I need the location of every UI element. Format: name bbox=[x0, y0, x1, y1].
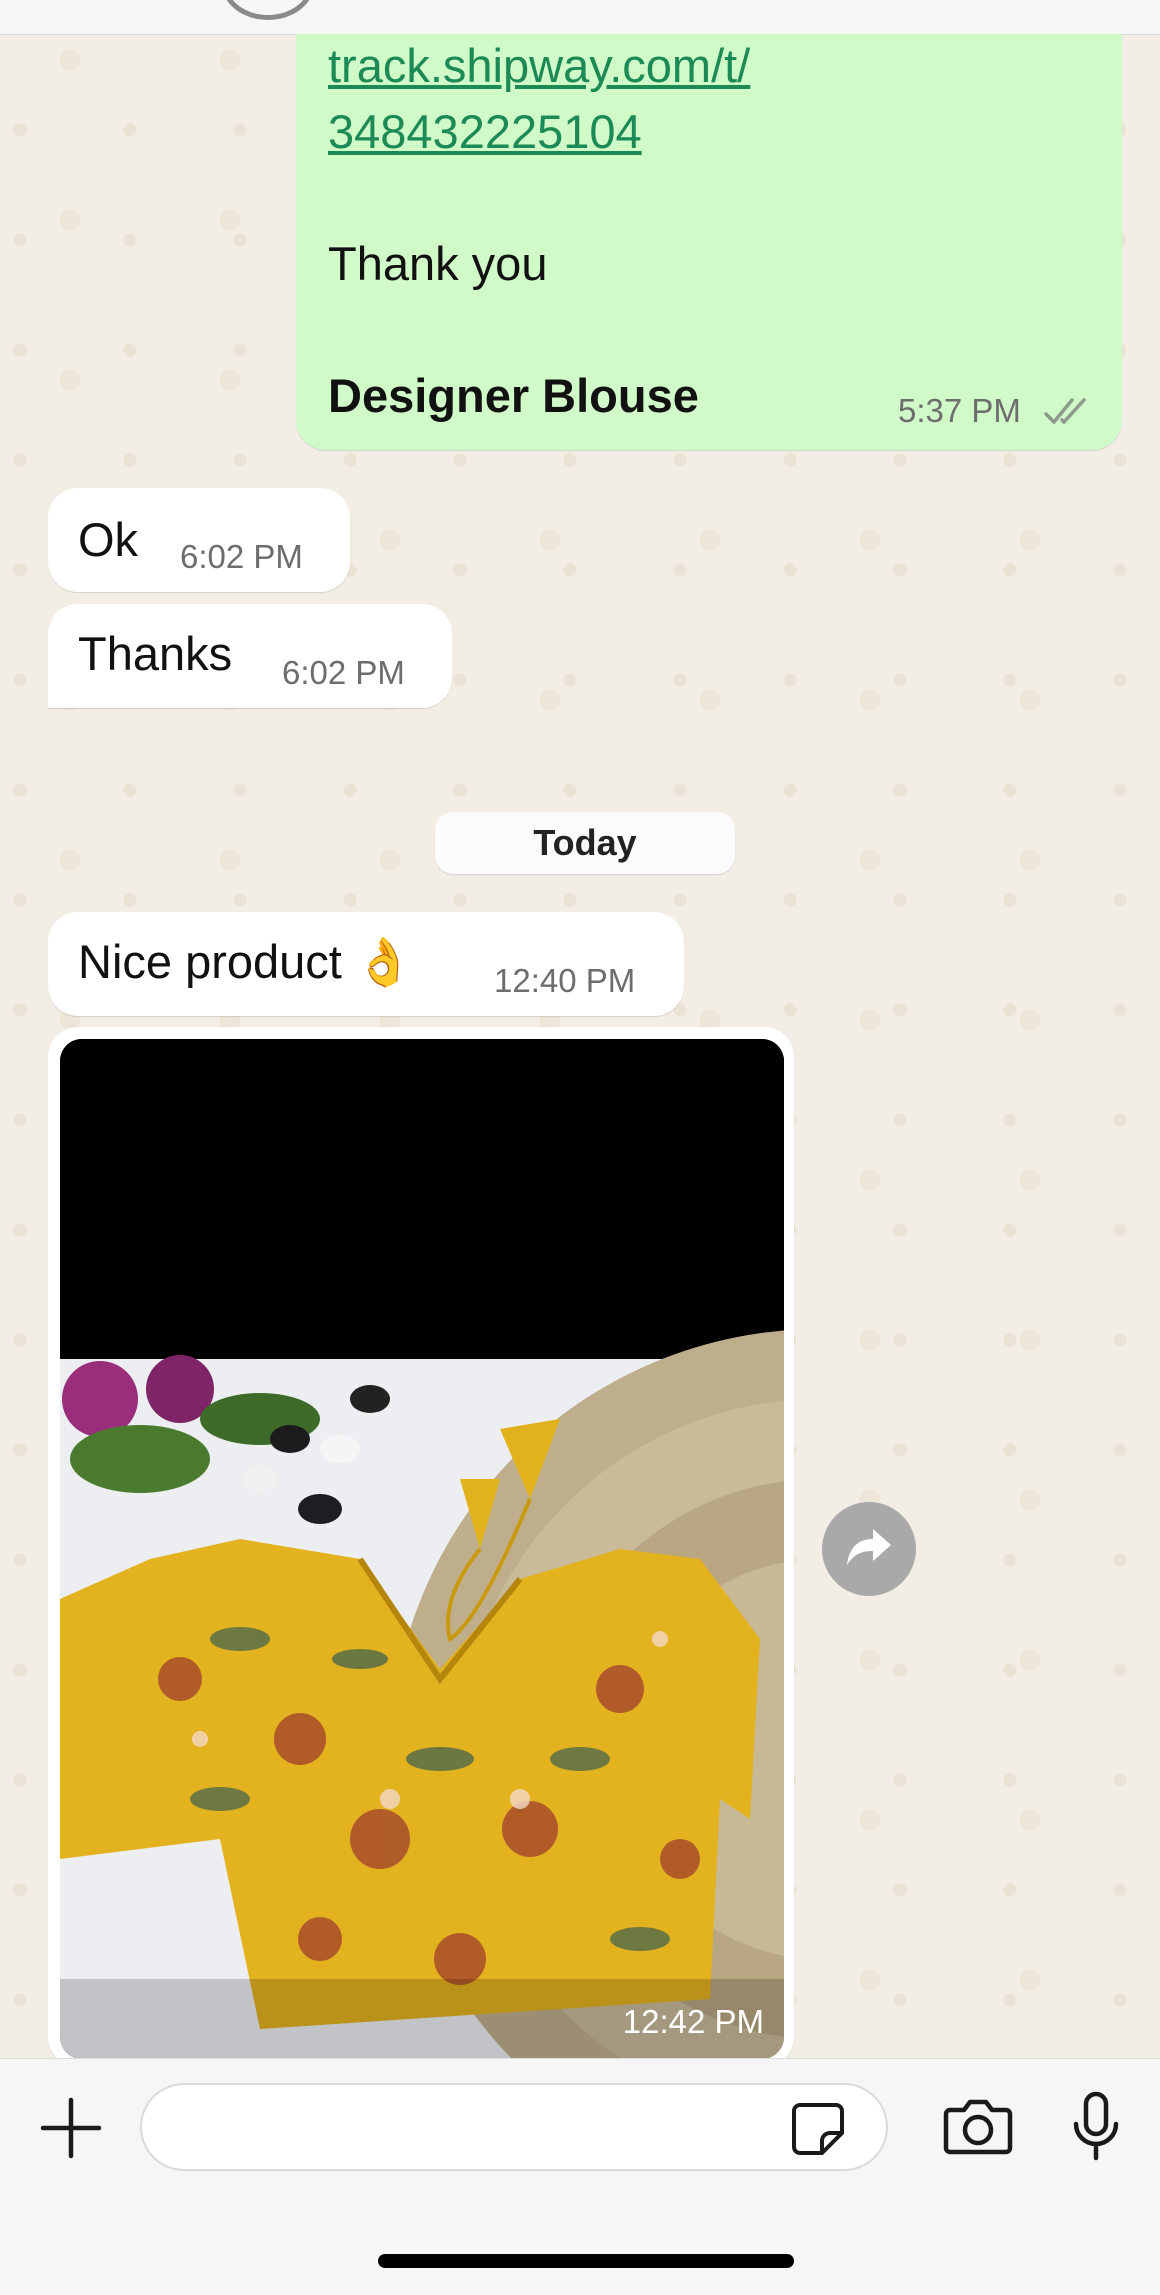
message-time: 12:40 PM bbox=[494, 962, 636, 999]
message-signature: Designer Blouse bbox=[328, 369, 699, 422]
tracking-link-number[interactable]: 348432225104 bbox=[328, 104, 642, 159]
message-time: 5:37 PM bbox=[898, 392, 1021, 429]
chat-background: track.shipway.com/t/ 348432225104 Thank … bbox=[0, 0, 1160, 2058]
camera-icon[interactable] bbox=[940, 2091, 1016, 2161]
message-time: 6:02 PM bbox=[180, 538, 303, 575]
message-text: Ok bbox=[78, 513, 139, 566]
plus-icon[interactable] bbox=[36, 2093, 106, 2163]
message-text: Nice product 👌 bbox=[78, 935, 414, 988]
image-message[interactable]: 12:42 PM bbox=[48, 1027, 794, 2058]
incoming-message[interactable]: Thanks 6:02 PM bbox=[48, 604, 452, 708]
sticker-icon[interactable] bbox=[788, 2099, 848, 2159]
image-time: 12:42 PM bbox=[622, 2003, 764, 2040]
contact-avatar[interactable] bbox=[222, 0, 314, 20]
incoming-message[interactable]: Nice product 👌 12:40 PM bbox=[48, 912, 684, 1016]
tracking-link[interactable]: track.shipway.com/t/ bbox=[328, 38, 750, 93]
home-indicator[interactable] bbox=[378, 2254, 794, 2268]
date-separator: Today bbox=[435, 812, 735, 874]
chat-header bbox=[0, 0, 1160, 35]
forward-arrow-icon bbox=[845, 1525, 893, 1574]
forward-button[interactable] bbox=[822, 1502, 916, 1596]
outgoing-message[interactable]: track.shipway.com/t/ 348432225104 Thank … bbox=[296, 34, 1122, 450]
microphone-icon[interactable] bbox=[1066, 2087, 1126, 2167]
product-photo[interactable]: 12:42 PM bbox=[60, 1039, 784, 2058]
double-check-icon bbox=[1042, 394, 1090, 435]
message-time: 6:02 PM bbox=[282, 654, 405, 691]
message-input[interactable] bbox=[140, 2083, 888, 2171]
incoming-message[interactable]: Ok 6:02 PM bbox=[48, 488, 350, 592]
message-text: Thanks bbox=[78, 627, 233, 680]
message-text: Thank you bbox=[328, 237, 548, 290]
blouse-photo-illustration bbox=[60, 1039, 784, 2058]
